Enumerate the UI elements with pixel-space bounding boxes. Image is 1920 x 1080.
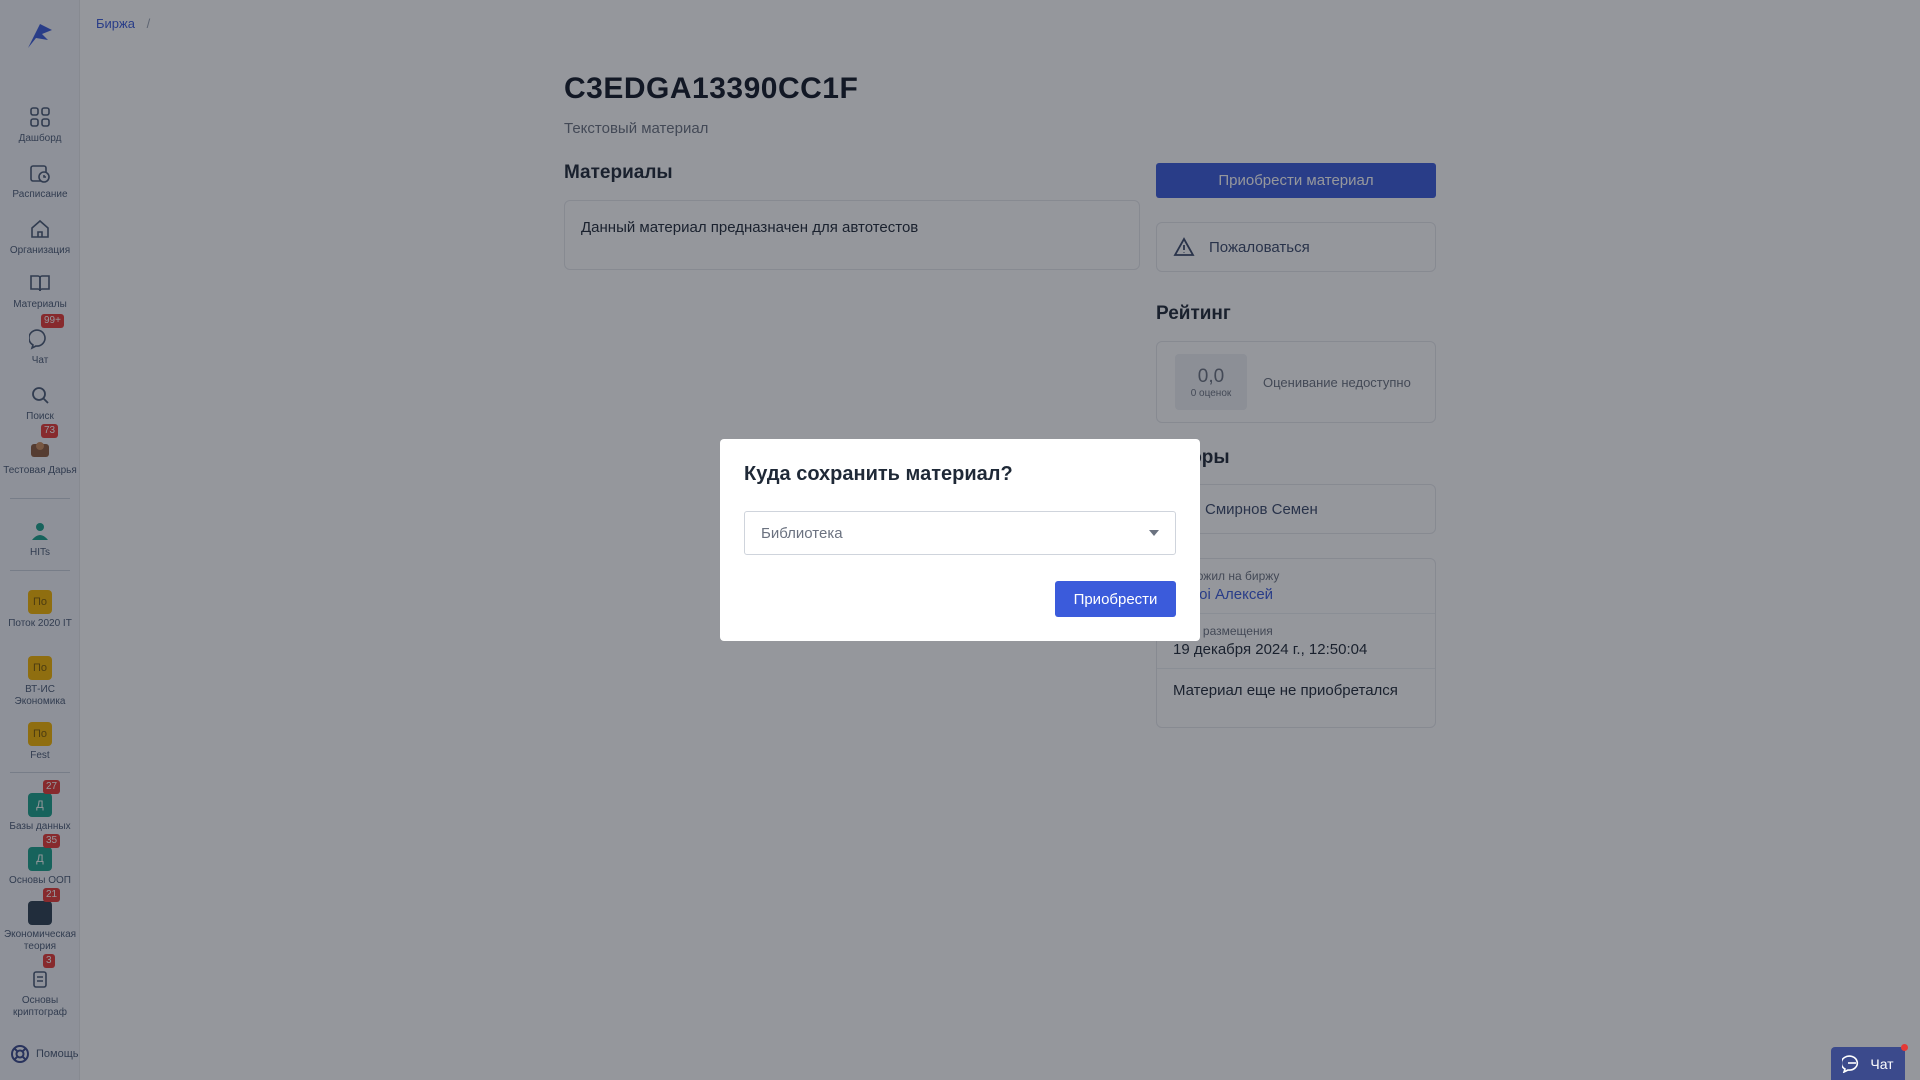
save-material-dialog: Куда сохранить материал? Библиотека Прио…	[720, 439, 1200, 641]
chat-bubble-icon	[1842, 1054, 1859, 1073]
dialog-title: Куда сохранить материал?	[744, 463, 1013, 485]
chevron-down-icon	[1149, 530, 1159, 536]
chat-notification-dot	[1901, 1044, 1908, 1051]
confirm-buy-button[interactable]: Приобрести	[1055, 581, 1176, 617]
floating-chat-button[interactable]: Чат	[1831, 1044, 1908, 1080]
chat-button-label: Чат	[1870, 1055, 1894, 1072]
library-select-placeholder: Библиотека	[761, 524, 843, 542]
library-select[interactable]: Библиотека	[744, 511, 1176, 555]
